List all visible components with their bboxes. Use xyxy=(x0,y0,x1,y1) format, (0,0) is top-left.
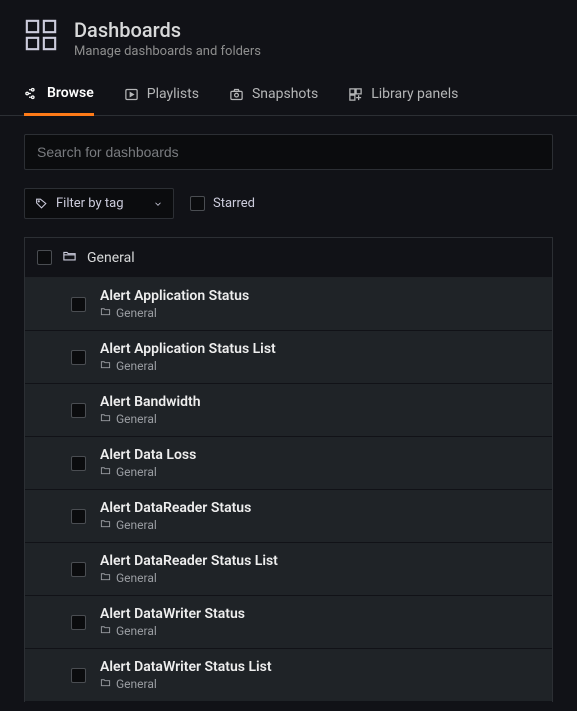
item-meta: Alert Application Status List General xyxy=(100,341,276,373)
list-item[interactable]: Alert DataReader Status List General xyxy=(25,543,552,596)
item-checkbox[interactable] xyxy=(71,562,86,577)
item-folder-label: General xyxy=(116,465,157,479)
list-item[interactable]: Alert Bandwidth General xyxy=(25,384,552,437)
list-item[interactable]: Alert DataWriter Status List General xyxy=(25,649,552,702)
item-folder-label: General xyxy=(116,677,157,691)
tab-label: Playlists xyxy=(147,86,199,102)
tab-label: Library panels xyxy=(371,86,458,102)
list-item[interactable]: Alert Application Status List General xyxy=(25,331,552,384)
item-folder-label: General xyxy=(116,624,157,638)
starred-label: Starred xyxy=(213,196,255,211)
folder-icon xyxy=(100,624,111,638)
item-title: Alert Application Status xyxy=(100,288,249,304)
tab-browse[interactable]: Browse xyxy=(24,85,94,116)
folder-icon xyxy=(100,412,111,426)
item-checkbox[interactable] xyxy=(71,668,86,683)
item-folder: General xyxy=(100,677,272,691)
item-title: Alert Application Status List xyxy=(100,341,276,357)
chevron-down-icon xyxy=(153,199,163,209)
tab-playlists[interactable]: Playlists xyxy=(124,85,199,115)
app-icon xyxy=(24,18,58,56)
tabs-bar: Browse Playlists Snapshots Library panel… xyxy=(0,65,577,116)
item-folder-label: General xyxy=(116,412,157,426)
tab-snapshots[interactable]: Snapshots xyxy=(229,85,318,115)
list-item[interactable]: Alert Application Status General xyxy=(25,278,552,331)
item-folder-label: General xyxy=(116,306,157,320)
item-folder: General xyxy=(100,624,245,638)
item-title: Alert DataWriter Status xyxy=(100,606,245,622)
folder-icon xyxy=(100,359,111,373)
folder-row-general[interactable]: General xyxy=(25,238,552,278)
dashboard-list: General Alert Application StatusGeneralA… xyxy=(24,237,553,702)
folder-name: General xyxy=(87,250,135,266)
folder-icon xyxy=(100,677,111,691)
item-checkbox[interactable] xyxy=(71,297,86,312)
filter-by-tag-dropdown[interactable]: Filter by tag xyxy=(24,188,174,219)
item-title: Alert DataWriter Status List xyxy=(100,659,272,675)
item-folder: General xyxy=(100,306,249,320)
item-folder: General xyxy=(100,518,251,532)
item-meta: Alert Data Loss General xyxy=(100,447,196,479)
item-folder-label: General xyxy=(116,571,157,585)
list-item[interactable]: Alert Data Loss General xyxy=(25,437,552,490)
content: Filter by tag Starred General Alert Appl… xyxy=(0,116,577,702)
item-title: Alert DataReader Status List xyxy=(100,553,278,569)
item-folder: General xyxy=(100,571,278,585)
item-meta: Alert DataWriter Status List General xyxy=(100,659,272,691)
filter-label: Filter by tag xyxy=(56,196,124,211)
item-meta: Alert DataWriter Status General xyxy=(100,606,245,638)
folder-icon xyxy=(100,306,111,320)
folder-icon xyxy=(100,518,111,532)
item-meta: Alert Bandwidth General xyxy=(100,394,201,426)
item-title: Alert Bandwidth xyxy=(100,394,201,410)
item-checkbox[interactable] xyxy=(71,456,86,471)
list-item[interactable]: Alert DataReader Status General xyxy=(25,490,552,543)
page-subtitle: Manage dashboards and folders xyxy=(74,44,261,59)
folder-checkbox[interactable] xyxy=(37,250,52,265)
folder-open-icon xyxy=(62,248,77,267)
page-title: Dashboards xyxy=(74,18,261,42)
page: Dashboards Manage dashboards and folders… xyxy=(0,0,577,702)
item-meta: Alert DataReader Status General xyxy=(100,500,251,532)
item-title: Alert Data Loss xyxy=(100,447,196,463)
tab-label: Browse xyxy=(47,85,94,101)
starred-checkbox[interactable] xyxy=(190,196,205,211)
folder-icon xyxy=(100,571,111,585)
tag-icon xyxy=(35,197,48,210)
folder-icon xyxy=(100,465,111,479)
item-folder-label: General xyxy=(116,359,157,373)
tab-library-panels[interactable]: Library panels xyxy=(348,85,458,115)
list-item[interactable]: Alert DataWriter Status General xyxy=(25,596,552,649)
item-checkbox[interactable] xyxy=(71,350,86,365)
title-wrap: Dashboards Manage dashboards and folders xyxy=(74,18,261,59)
item-folder: General xyxy=(100,465,196,479)
tab-label: Snapshots xyxy=(252,86,318,102)
search-input[interactable] xyxy=(24,134,553,170)
item-checkbox[interactable] xyxy=(71,615,86,630)
item-checkbox[interactable] xyxy=(71,509,86,524)
item-meta: Alert Application Status General xyxy=(100,288,249,320)
page-header: Dashboards Manage dashboards and folders xyxy=(0,0,577,65)
item-title: Alert DataReader Status xyxy=(100,500,251,516)
item-folder: General xyxy=(100,412,201,426)
item-folder-label: General xyxy=(116,518,157,532)
starred-filter[interactable]: Starred xyxy=(190,196,255,211)
filter-row: Filter by tag Starred xyxy=(24,188,553,219)
item-folder: General xyxy=(100,359,276,373)
item-meta: Alert DataReader Status List General xyxy=(100,553,278,585)
item-checkbox[interactable] xyxy=(71,403,86,418)
